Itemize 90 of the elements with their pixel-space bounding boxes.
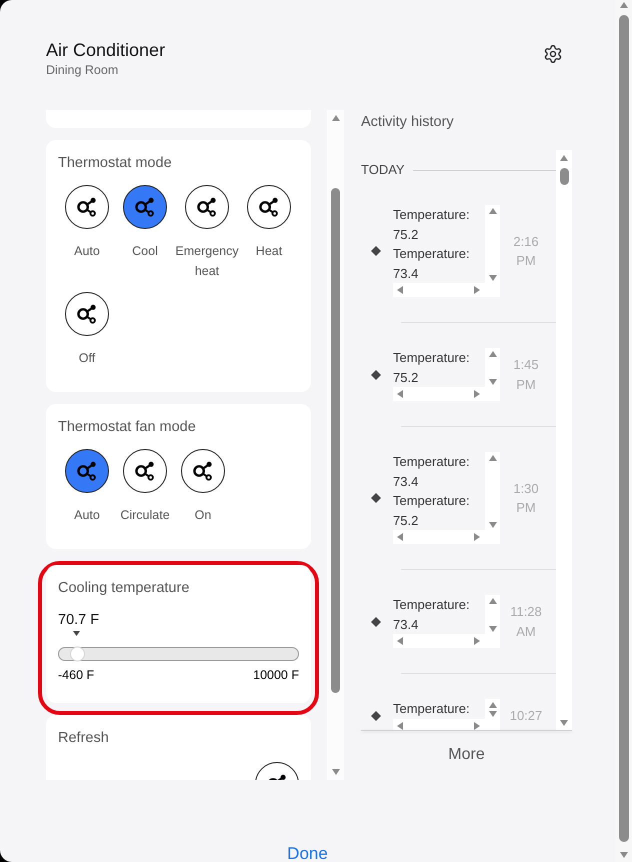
reading-text: Temperature: 73.4 xyxy=(393,453,471,490)
diamond-bullet-icon xyxy=(371,493,381,503)
mode-label: Off xyxy=(78,350,96,367)
reading-text: Temperature: xyxy=(393,700,471,718)
mode-button[interactable] xyxy=(65,449,109,493)
node-graph-icon xyxy=(135,461,155,481)
scrollbar[interactable] xyxy=(615,0,632,862)
scroll-left-arrow-icon[interactable] xyxy=(397,722,403,730)
mode-label: Emergency heat xyxy=(174,243,240,280)
reading-text: Temperature: 75.2 xyxy=(393,206,471,244)
node-graph-icon xyxy=(193,461,213,481)
diamond-bullet-icon xyxy=(371,710,381,721)
scroll-up-arrow-icon[interactable] xyxy=(332,115,340,121)
scroll-left-arrow-icon[interactable] xyxy=(397,390,403,398)
mode-button[interactable] xyxy=(123,449,167,493)
mode-label: Auto xyxy=(74,507,100,524)
diamond-bullet-icon xyxy=(371,370,381,380)
scrollbar-thumb[interactable] xyxy=(560,168,568,185)
scroll-down-arrow-icon[interactable] xyxy=(332,769,340,775)
mode-label: Heat xyxy=(256,243,282,260)
scrollbar[interactable] xyxy=(556,150,572,730)
scroll-left-arrow-icon[interactable] xyxy=(397,286,403,294)
scroll-down-arrow-icon[interactable] xyxy=(488,379,496,385)
scroll-down-arrow-icon[interactable] xyxy=(488,522,496,528)
scrollbar-thumb[interactable] xyxy=(618,15,628,842)
scroll-down-arrow-icon[interactable] xyxy=(488,275,496,281)
mode-label: Cool xyxy=(132,243,158,260)
card-title: Thermostat mode xyxy=(58,154,173,172)
slider-thumb[interactable] xyxy=(70,646,85,662)
done-button[interactable]: Done xyxy=(287,845,328,862)
value-pointer-icon xyxy=(73,631,80,636)
mode-button[interactable] xyxy=(65,185,109,229)
entry-time: 1:30 PM xyxy=(512,480,540,517)
room-name: Dining Room xyxy=(46,62,120,78)
reading-text: Temperature: 75.2 xyxy=(393,492,471,530)
card-title: Refresh xyxy=(58,729,110,747)
settings-icon[interactable] xyxy=(543,44,563,64)
node-graph-icon xyxy=(77,461,97,481)
scrollbar[interactable] xyxy=(327,110,344,780)
scroll-down-arrow-icon[interactable] xyxy=(488,626,496,632)
scroll-left-arrow-icon[interactable] xyxy=(397,533,403,541)
entry-time: 1:45 PM xyxy=(512,356,540,394)
slider-track[interactable] xyxy=(58,647,299,661)
card-title: Cooling temperature xyxy=(58,579,190,597)
node-graph-icon xyxy=(197,197,217,217)
reading-text: Temperature: 73.4 xyxy=(393,596,471,634)
range-min-label: -460 F xyxy=(58,668,94,682)
scroll-down-arrow-icon[interactable] xyxy=(560,720,568,726)
entry-time: 11:28 AM xyxy=(509,603,543,640)
entry-time: 2:16 PM xyxy=(512,232,540,270)
scroll-right-arrow-icon[interactable] xyxy=(474,286,480,294)
scroll-up-arrow-icon[interactable] xyxy=(488,351,496,357)
node-graph-icon xyxy=(135,197,155,217)
scroll-right-arrow-icon[interactable] xyxy=(474,637,480,645)
device-title: Air Conditioner xyxy=(46,39,166,61)
mode-label: Auto xyxy=(74,243,100,260)
scroll-right-arrow-icon[interactable] xyxy=(474,533,480,541)
scroll-up-arrow-icon[interactable] xyxy=(488,208,496,214)
mode-button[interactable] xyxy=(247,185,291,229)
scroll-up-arrow-icon[interactable] xyxy=(488,455,496,461)
more-button[interactable]: More xyxy=(448,745,485,765)
scroll-left-arrow-icon[interactable] xyxy=(397,637,403,645)
node-graph-icon xyxy=(259,197,279,217)
scroll-down-arrow-icon[interactable] xyxy=(620,852,628,858)
scroll-up-arrow-icon[interactable] xyxy=(620,2,628,8)
scroll-up-arrow-icon[interactable] xyxy=(560,155,568,161)
day-heading: TODAY xyxy=(361,161,405,179)
node-graph-icon xyxy=(77,304,97,324)
scroll-down-arrow-icon[interactable] xyxy=(488,710,496,716)
scroll-right-arrow-icon[interactable] xyxy=(474,390,480,398)
diamond-bullet-icon xyxy=(371,246,381,256)
reading-text: Temperature: 73.4 xyxy=(393,245,471,282)
scroll-right-arrow-icon[interactable] xyxy=(474,722,480,730)
range-max-label: 10000 F xyxy=(253,668,299,682)
scroll-up-arrow-icon[interactable] xyxy=(488,598,496,604)
mode-button[interactable] xyxy=(181,449,225,493)
diamond-bullet-icon xyxy=(371,616,381,626)
card-title: Thermostat fan mode xyxy=(58,418,197,436)
mode-button[interactable] xyxy=(65,292,109,336)
entry-time: 10:27 xyxy=(508,707,544,725)
mode-button[interactable] xyxy=(123,185,167,229)
node-graph-icon xyxy=(77,197,97,217)
mode-label: On xyxy=(194,507,212,524)
temperature-value: 70.7 F xyxy=(58,611,100,629)
reading-text: Temperature: 75.2 xyxy=(393,349,471,386)
mode-button[interactable] xyxy=(185,185,229,229)
section-title: Activity history xyxy=(361,113,455,132)
scroll-up-arrow-icon[interactable] xyxy=(488,702,496,708)
scrollbar-thumb[interactable] xyxy=(331,188,340,693)
mode-label: Circulate xyxy=(120,507,170,524)
